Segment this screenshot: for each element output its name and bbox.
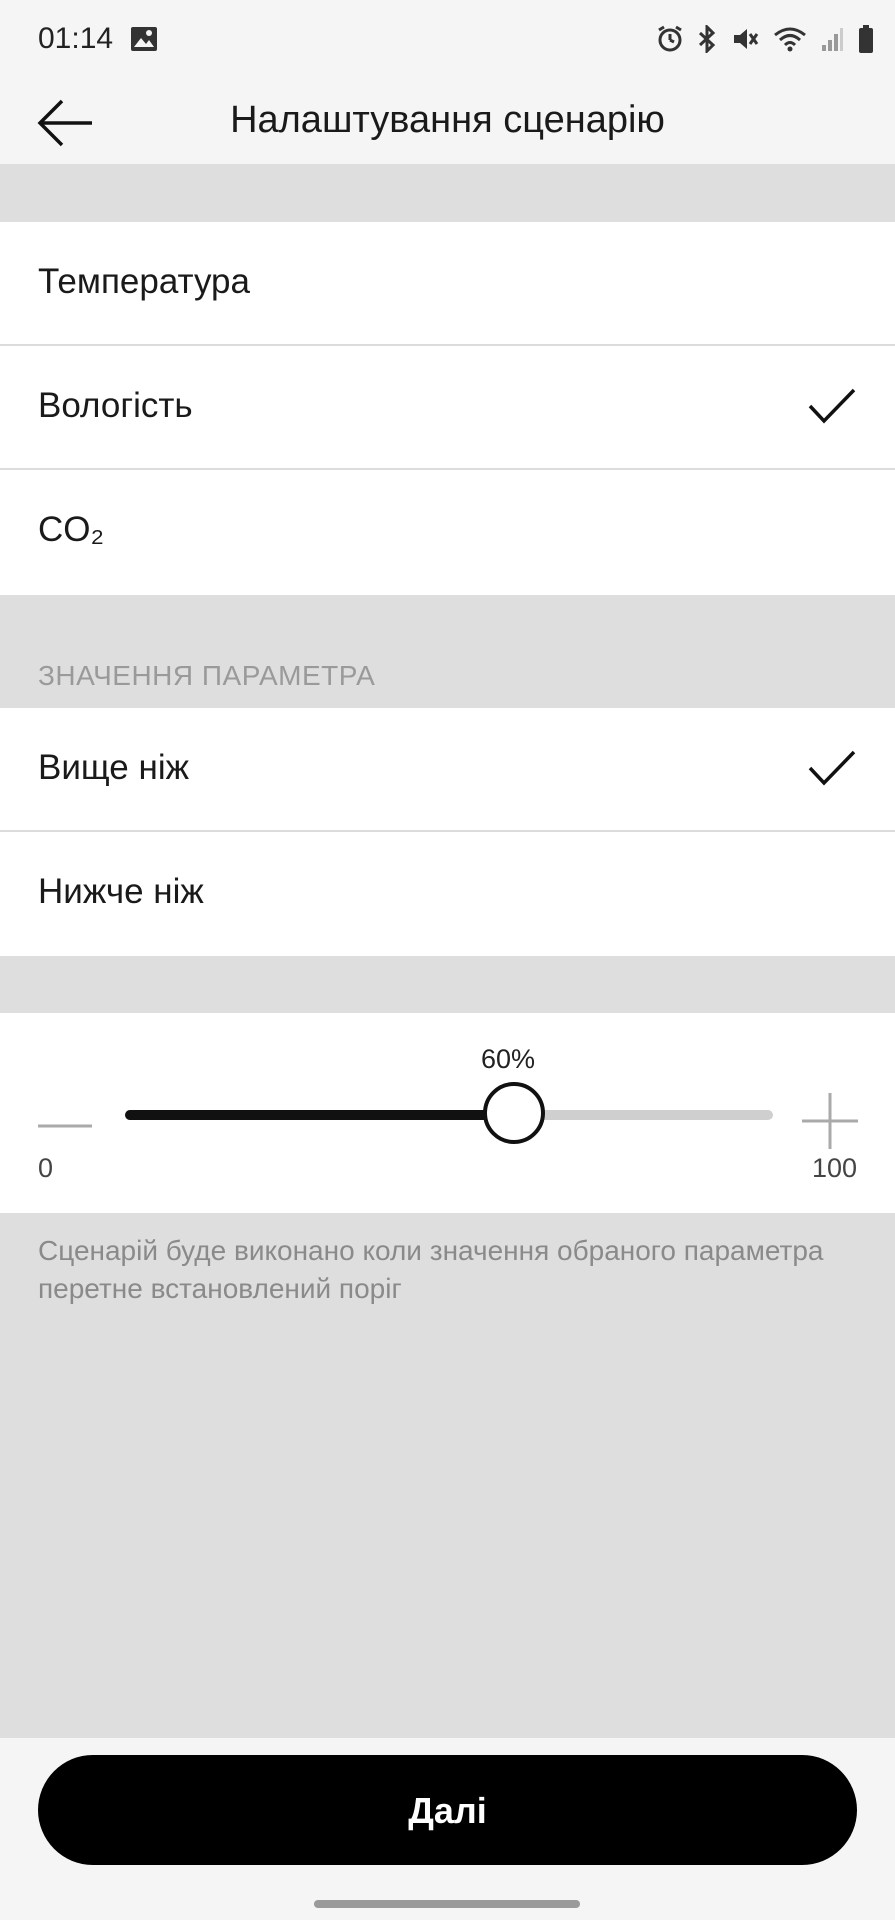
condition-label: Вище ніж <box>38 748 190 787</box>
slider-thumb[interactable] <box>482 1082 545 1144</box>
image-icon <box>131 27 157 51</box>
parameter-label: CO₂ <box>38 510 105 549</box>
plus-icon[interactable] <box>802 1093 858 1149</box>
status-time: 01:14 <box>38 22 114 55</box>
bottom-bar: Далі <box>0 1738 895 1920</box>
spacer <box>0 164 895 222</box>
bluetooth-icon <box>698 25 716 53</box>
next-button[interactable]: Далі <box>38 1755 857 1865</box>
parameter-label: Вологість <box>38 386 193 425</box>
app-bar: Налаштування сценарію <box>0 82 895 164</box>
slider-max-label: 100 <box>811 1153 857 1183</box>
wifi-icon <box>774 27 806 52</box>
status-bar: 01:14 <box>0 0 895 82</box>
page-title: Налаштування сценарію <box>230 99 665 141</box>
home-indicator[interactable] <box>314 1900 580 1908</box>
condition-option-above[interactable]: Вище ніж <box>0 708 895 830</box>
slider-fill <box>125 1110 514 1120</box>
signal-icon <box>822 28 843 51</box>
mute-icon <box>734 29 759 49</box>
battery-icon <box>859 25 873 53</box>
parameter-option-humidity[interactable]: Вологість <box>0 346 895 468</box>
condition-option-below[interactable]: Нижче ніж <box>0 832 895 956</box>
threshold-slider-panel: 60% 0 100 <box>0 1013 895 1213</box>
hint-text: Сценарій буде виконано коли значення обр… <box>38 1235 824 1304</box>
parameter-option-temperature[interactable]: Температура <box>0 222 895 344</box>
slider-value-label: 60% <box>481 1044 536 1074</box>
minus-icon[interactable] <box>38 1106 92 1146</box>
parameter-option-co2[interactable]: CO₂ <box>0 470 895 595</box>
checkmark-icon <box>808 388 856 424</box>
parameter-label: Температура <box>38 262 250 301</box>
status-icons <box>657 24 875 54</box>
condition-label: Нижче ніж <box>38 872 204 911</box>
section-header: ЗНАЧЕННЯ ПАРАМЕТРА <box>38 660 376 691</box>
slider-track[interactable] <box>125 1082 773 1144</box>
checkmark-icon <box>808 750 856 786</box>
slider-min-label: 0 <box>38 1153 54 1183</box>
alarm-icon <box>658 25 682 52</box>
